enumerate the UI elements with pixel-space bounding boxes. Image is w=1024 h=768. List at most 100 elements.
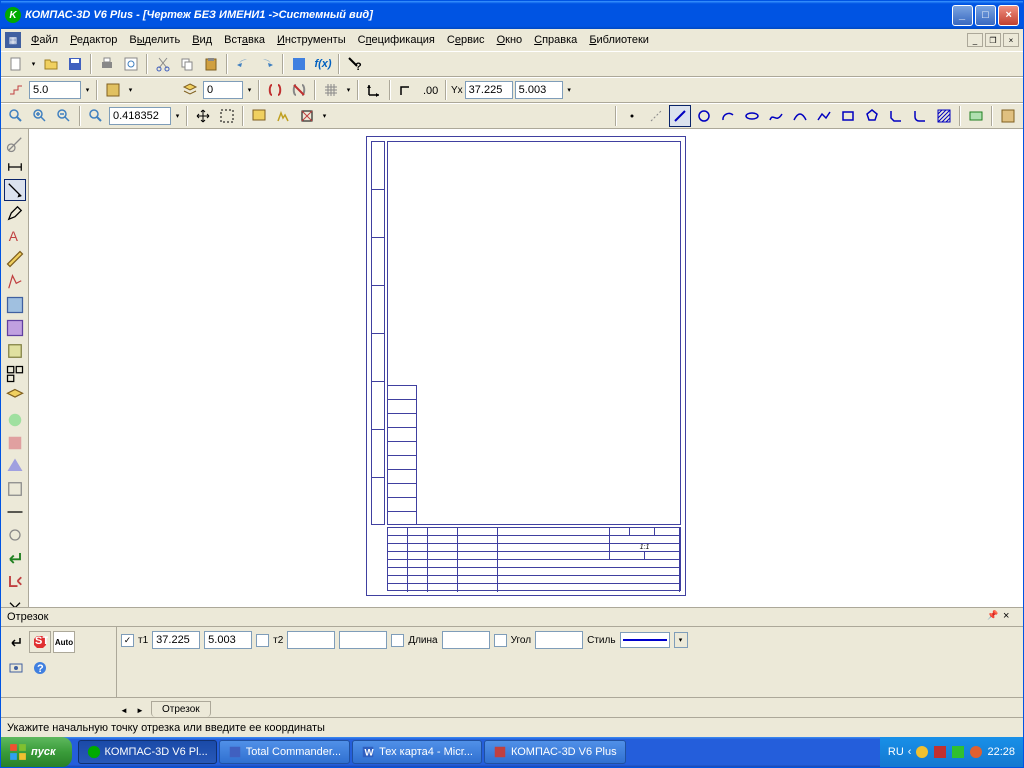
create-object-button[interactable]	[5, 631, 27, 653]
geom-line-button[interactable]	[669, 105, 691, 127]
geom-arc-button[interactable]	[717, 105, 739, 127]
tab-next[interactable]: ►	[133, 703, 147, 717]
tab-segment[interactable]: Отрезок	[151, 701, 211, 717]
tool-measure[interactable]	[4, 248, 26, 270]
mdi-restore[interactable]: ❐	[985, 33, 1001, 47]
layer-input[interactable]	[203, 81, 243, 99]
grid-dropdown[interactable]: ▾	[344, 82, 353, 98]
geom-circle-button[interactable]	[693, 105, 715, 127]
menu-spec[interactable]: Спецификация	[352, 32, 441, 48]
tray-icon[interactable]	[969, 745, 983, 759]
menu-view[interactable]: Вид	[186, 32, 218, 48]
states-dropdown[interactable]: ▾	[126, 82, 135, 98]
step-button[interactable]	[5, 79, 27, 101]
angle-checkbox[interactable]	[494, 634, 507, 647]
step-dropdown[interactable]: ▾	[83, 82, 92, 98]
ortho-button[interactable]	[395, 79, 417, 101]
zoom-fit-button[interactable]	[5, 105, 27, 127]
manager-button[interactable]	[288, 53, 310, 75]
help-button[interactable]: ?	[29, 657, 51, 679]
undo-button[interactable]	[232, 53, 254, 75]
tray-expand[interactable]: ‹	[908, 746, 912, 758]
mdi-min[interactable]: _	[967, 33, 983, 47]
print-button[interactable]	[96, 53, 118, 75]
tool-more[interactable]	[4, 593, 26, 607]
tool-params[interactable]: А	[4, 225, 26, 247]
tray-icon[interactable]	[951, 745, 965, 759]
geom-polyline-button[interactable]	[813, 105, 835, 127]
tool-views[interactable]	[4, 363, 26, 385]
preview-button[interactable]	[120, 53, 142, 75]
tray-icon[interactable]	[915, 745, 929, 759]
zoom-prev-button[interactable]	[248, 105, 270, 127]
local-cs-button[interactable]	[363, 79, 385, 101]
t1-checkbox[interactable]: ✓	[121, 634, 134, 647]
minimize-button[interactable]: _	[952, 5, 973, 26]
task-item[interactable]: КОМПАС-3D V6 Plus	[484, 740, 626, 764]
menu-select[interactable]: Выделить	[123, 32, 186, 48]
tool-obj6[interactable]	[4, 524, 26, 546]
menu-editor[interactable]: Редактор	[64, 32, 123, 48]
geom-rect-button[interactable]	[837, 105, 859, 127]
layer-dropdown[interactable]: ▾	[245, 82, 254, 98]
menu-window[interactable]: Окно	[491, 32, 529, 48]
geom-collect-button[interactable]	[997, 105, 1019, 127]
tool-insert[interactable]	[4, 340, 26, 362]
style-selector[interactable]	[620, 632, 670, 648]
geom-spline-button[interactable]	[765, 105, 787, 127]
redo-button[interactable]	[256, 53, 278, 75]
geom-hatch-button[interactable]	[933, 105, 955, 127]
geom-equidistant-button[interactable]	[965, 105, 987, 127]
tool-obj2[interactable]	[4, 432, 26, 454]
t2-checkbox[interactable]	[256, 634, 269, 647]
geom-chamfer-button[interactable]	[885, 105, 907, 127]
refresh-button[interactable]	[296, 105, 318, 127]
clock[interactable]: 22:28	[987, 746, 1015, 758]
new-button[interactable]	[5, 53, 27, 75]
t2-y-input[interactable]	[339, 631, 387, 649]
zoom-input[interactable]	[109, 107, 171, 125]
length-input[interactable]	[442, 631, 490, 649]
new-dropdown[interactable]: ▾	[29, 56, 38, 72]
geom-polygon-button[interactable]	[861, 105, 883, 127]
menu-insert[interactable]: Вставка	[218, 32, 271, 48]
geom-bezier-button[interactable]	[789, 105, 811, 127]
coord-dropdown[interactable]: ▾	[565, 82, 574, 98]
t1-x-input[interactable]	[152, 631, 200, 649]
tool-spec[interactable]	[4, 294, 26, 316]
tool-layers[interactable]	[4, 386, 26, 408]
pan-button[interactable]	[192, 105, 214, 127]
tool-designation[interactable]	[4, 179, 26, 201]
pin-icon[interactable]: 📌	[987, 610, 1001, 624]
grid-button[interactable]	[320, 79, 342, 101]
states-button[interactable]	[102, 79, 124, 101]
menu-help[interactable]: Справка	[528, 32, 583, 48]
zoom-window-button[interactable]	[216, 105, 238, 127]
step-input[interactable]	[29, 81, 81, 99]
refresh-dropdown[interactable]: ▾	[320, 108, 329, 124]
menu-tools[interactable]: Инструменты	[271, 32, 352, 48]
length-checkbox[interactable]	[391, 634, 404, 647]
stop-button[interactable]: STOP	[29, 631, 51, 653]
remember-state-button[interactable]	[5, 657, 27, 679]
variables-button[interactable]: f(x)	[312, 53, 334, 75]
coord-x-input[interactable]	[465, 81, 513, 99]
menu-file[interactable]: Файл	[25, 32, 64, 48]
zoom-dropdown[interactable]: ▾	[173, 108, 182, 124]
t1-y-input[interactable]	[204, 631, 252, 649]
geom-fillet-button[interactable]	[909, 105, 931, 127]
maximize-button[interactable]: □	[975, 5, 996, 26]
menu-libs[interactable]: Библиотеки	[583, 32, 655, 48]
tool-select[interactable]	[4, 271, 26, 293]
close-button[interactable]: ×	[998, 5, 1019, 26]
mdi-close[interactable]: ×	[1003, 33, 1019, 47]
start-button[interactable]: пуск	[1, 737, 72, 767]
geom-point-button[interactable]	[621, 105, 643, 127]
style-dropdown[interactable]: ▾	[674, 632, 688, 648]
copy-button[interactable]	[176, 53, 198, 75]
menu-service[interactable]: Сервис	[441, 32, 491, 48]
t2-x-input[interactable]	[287, 631, 335, 649]
tool-obj1[interactable]	[4, 409, 26, 431]
geom-aux-button[interactable]	[645, 105, 667, 127]
redraw-button[interactable]	[272, 105, 294, 127]
